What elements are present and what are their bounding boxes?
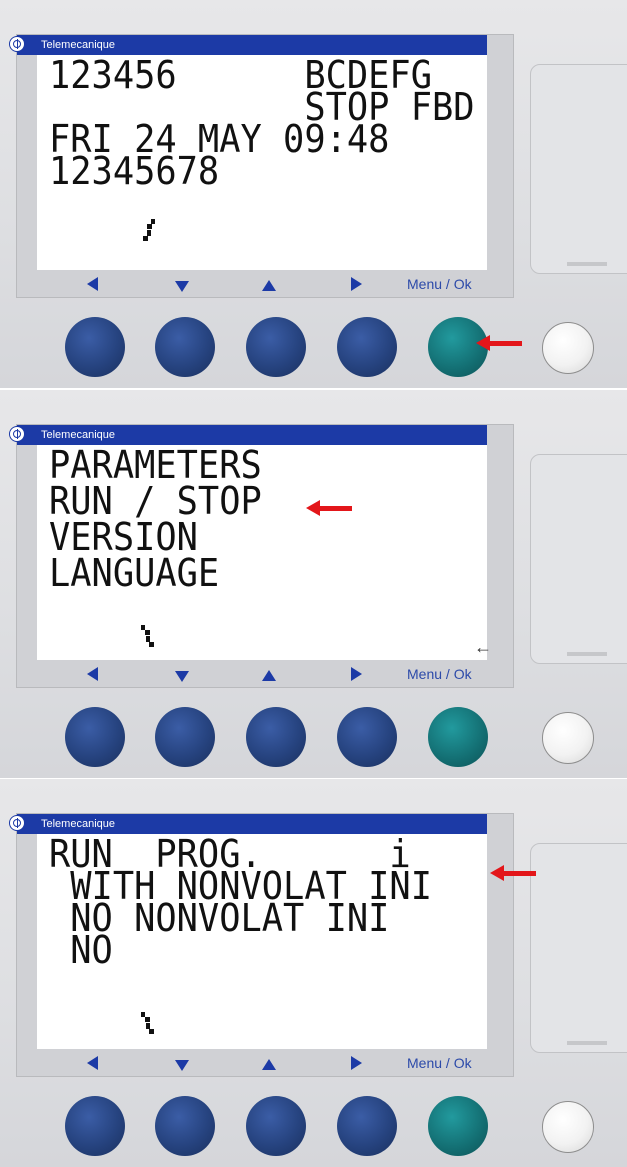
lcd-line-4: 12345678 [49, 149, 220, 193]
right-button[interactable] [337, 317, 397, 377]
left-button[interactable] [65, 707, 125, 767]
up-arrow-icon [262, 280, 276, 291]
lcd-display: Telemecanique PARAMETERS RUN / STOP VERS… [9, 424, 514, 688]
left-button[interactable] [65, 317, 125, 377]
right-arrow-icon [351, 667, 362, 681]
up-button[interactable] [246, 707, 306, 767]
side-cover [530, 64, 627, 274]
lcd-screen: 123456 BCDEFG STOP FBD FRI 24 MAY 09:48 … [37, 55, 487, 270]
left-arrow-icon [87, 667, 98, 681]
down-button[interactable] [155, 1096, 215, 1156]
pointer-arrow-icon [490, 865, 536, 881]
left-button[interactable] [65, 1096, 125, 1156]
right-button[interactable] [337, 1096, 397, 1156]
cover-notch [567, 652, 607, 656]
menu-ok-label: Menu / Ok [407, 1055, 472, 1071]
brand-titlebar: Telemecanique [9, 814, 487, 834]
side-cover [530, 454, 627, 664]
side-cover [530, 843, 627, 1053]
white-button[interactable] [542, 1101, 594, 1153]
down-button[interactable] [155, 317, 215, 377]
lcd-display: Telemecanique RUN PROG. i WITH NONVOLAT … [9, 813, 514, 1077]
pointer-arrow-icon [306, 500, 352, 516]
activity-indicator-icon [143, 219, 157, 245]
cover-notch [567, 1041, 607, 1045]
up-arrow-icon [262, 670, 276, 681]
device-panel-3: Telemecanique RUN PROG. i WITH NONVOLAT … [0, 779, 627, 1167]
right-arrow-icon [351, 1056, 362, 1070]
menu-ok-label: Menu / Ok [407, 276, 472, 292]
lcd-screen: PARAMETERS RUN / STOP VERSION LANGUAGE ← [37, 445, 492, 660]
white-button[interactable] [542, 322, 594, 374]
menu-item-parameters[interactable]: PARAMETERS [49, 446, 262, 484]
device-panel-1: Telemecanique 123456 BCDEFG STOP FBD FRI… [0, 0, 627, 388]
cover-notch [567, 262, 607, 266]
menu-ok-button[interactable] [428, 707, 488, 767]
up-arrow-icon [262, 1059, 276, 1070]
left-arrow-icon [87, 277, 98, 291]
activity-indicator-icon [141, 625, 155, 651]
down-arrow-icon [175, 281, 189, 292]
device-panel-2: Telemecanique PARAMETERS RUN / STOP VERS… [0, 390, 627, 778]
down-arrow-icon [175, 1060, 189, 1071]
telemecanique-logo-icon [9, 36, 25, 52]
menu-item-language[interactable]: LANGUAGE [49, 554, 219, 592]
brand-titlebar: Telemecanique [9, 425, 487, 445]
menu-ok-button[interactable] [428, 1096, 488, 1156]
brand-label: Telemecanique [41, 429, 115, 441]
down-arrow-icon [175, 671, 189, 682]
right-arrow-icon [351, 277, 362, 291]
menu-ok-label: Menu / Ok [407, 666, 472, 682]
down-button[interactable] [155, 707, 215, 767]
brand-label: Telemecanique [41, 39, 115, 51]
right-button[interactable] [337, 707, 397, 767]
option-no[interactable]: NO [49, 931, 113, 969]
left-arrow-icon [87, 1056, 98, 1070]
brand-label: Telemecanique [41, 818, 115, 830]
telemecanique-logo-icon [9, 426, 25, 442]
brand-titlebar: Telemecanique [9, 35, 487, 55]
telemecanique-logo-icon [9, 815, 25, 831]
lcd-screen: RUN PROG. i WITH NONVOLAT INI NO NONVOLA… [37, 834, 487, 1049]
up-button[interactable] [246, 317, 306, 377]
lcd-display: Telemecanique 123456 BCDEFG STOP FBD FRI… [9, 34, 514, 298]
white-button[interactable] [542, 712, 594, 764]
menu-item-version[interactable]: VERSION [49, 518, 198, 556]
activity-indicator-icon [141, 1012, 155, 1038]
scroll-indicator-icon: ← [474, 637, 492, 657]
up-button[interactable] [246, 1096, 306, 1156]
pointer-arrow-icon [476, 335, 522, 351]
menu-item-run-stop[interactable]: RUN / STOP [49, 482, 262, 520]
